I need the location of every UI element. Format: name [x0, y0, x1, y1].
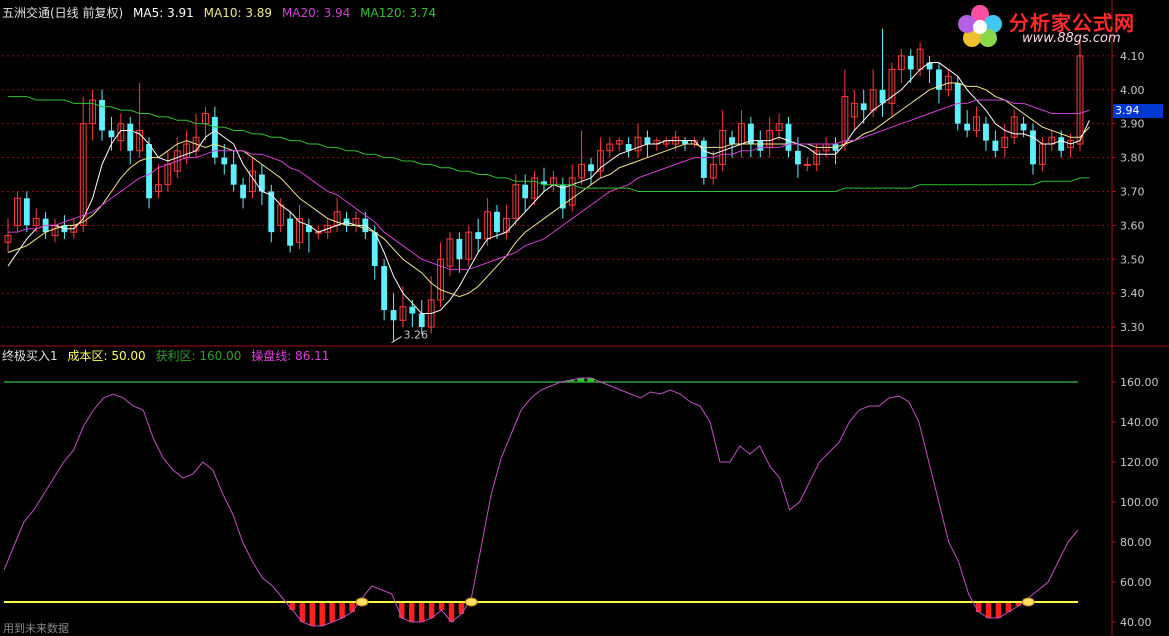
indicator-tick-label: 100.00 [1120, 496, 1159, 509]
main-chart-header: 五洲交通(日线 前复权) MA5: 3.91 MA10: 3.89 MA20: … [2, 4, 442, 21]
candle-body-down [757, 140, 764, 151]
candle-body-down [522, 184, 529, 199]
ma20-label: MA20: 3.94 [281, 6, 351, 20]
candle-body-down [475, 232, 482, 239]
buy-signal-icon [1021, 597, 1035, 607]
price-tick-label: 3.60 [1120, 219, 1145, 232]
candle-body-down [860, 103, 867, 111]
indicator-tick-label: 140.00 [1120, 416, 1159, 429]
price-tick-label: 3.50 [1120, 253, 1145, 266]
control-line-label: 操盘线: 86.11 [251, 349, 330, 363]
price-tick-label: 3.30 [1120, 321, 1145, 334]
low-price-label: 3.26 [404, 329, 429, 342]
buy-signal-icon [355, 597, 369, 607]
candle-body-down [588, 164, 594, 172]
candle-body-down [381, 266, 388, 311]
candle-body-down [907, 55, 914, 70]
candle-body-down [983, 123, 989, 141]
candle-body-down [240, 184, 247, 199]
profit-zone-label: 获利区: 160.00 [155, 349, 242, 363]
candle-body-down [1058, 137, 1065, 151]
candle-body-down [644, 137, 651, 145]
candle-body-down [108, 130, 115, 138]
candle-body-down [729, 137, 735, 145]
candle-body-down [964, 123, 971, 131]
price-tick-label: 4.00 [1120, 84, 1145, 97]
candle-body-down [418, 313, 425, 328]
price-tick-label: 4.10 [1120, 50, 1145, 63]
candle-body-down [287, 218, 294, 246]
ma120-line [8, 96, 1090, 192]
indicator-tick-label: 120.00 [1120, 456, 1159, 469]
ma10-line [7, 82, 1090, 298]
ma5-label: MA5: 3.91 [133, 6, 194, 20]
candle-body-down [992, 140, 999, 151]
candle-body-down [785, 123, 792, 151]
candle-body-down [230, 164, 237, 185]
candle-body-up [803, 163, 811, 166]
candle-body-down [409, 306, 416, 314]
indicator-tick-label: 60.00 [1120, 576, 1152, 589]
stock-title: 五洲交通(日线 前复权) [2, 6, 124, 20]
ma5-line [7, 62, 1090, 314]
price-tick-label: 3.40 [1120, 287, 1145, 300]
candle-body-down [221, 157, 228, 165]
indicator-header: 终极买入1 成本区: 50.00 获利区: 160.00 操盘线: 86.11 [2, 347, 335, 364]
candle-body-down [456, 238, 463, 260]
price-tick-label: 3.80 [1120, 152, 1145, 165]
candle-body-down [23, 198, 30, 226]
price-tick-label: 3.70 [1120, 185, 1145, 198]
control-line [3, 377, 1079, 627]
last-price-marker: 3.94 [1113, 104, 1163, 118]
site-logo: 分析家公式网 www.88gs.com [954, 4, 1159, 48]
ma10-label: MA10: 3.89 [203, 6, 273, 20]
indicator-tick-label: 160.00 [1120, 376, 1159, 389]
candle-body-down [390, 310, 397, 321]
indicator-tick-label: 40.00 [1120, 616, 1152, 629]
candle-body-down [146, 144, 152, 199]
buy-signal-icon [464, 597, 478, 607]
logo-url: www.88gs.com [1022, 31, 1121, 46]
candle-body-down [127, 123, 134, 151]
ma120-label: MA120: 3.74 [360, 6, 437, 20]
candle-body-down [494, 211, 500, 233]
footer-note: 用到未来数据 [3, 622, 69, 635]
indicator-name: 终极买入1 [2, 349, 58, 363]
cost-zone-label: 成本区: 50.00 [67, 349, 146, 363]
candle-body-down [1030, 130, 1036, 165]
candle-body-down [1020, 123, 1027, 131]
candle-body-down [99, 99, 105, 131]
flower-logo-icon [958, 5, 1002, 47]
chart-canvas: 3.30 3.40 3.50 3.60 3.70 3.80 3.90 4.00 4.10 3.26… [0, 0, 1169, 636]
indicator-tick-label: 80.00 [1120, 536, 1152, 549]
price-tick-label: 3.90 [1120, 118, 1145, 131]
candle-body-down [682, 140, 688, 145]
candle-body-down [794, 150, 801, 165]
